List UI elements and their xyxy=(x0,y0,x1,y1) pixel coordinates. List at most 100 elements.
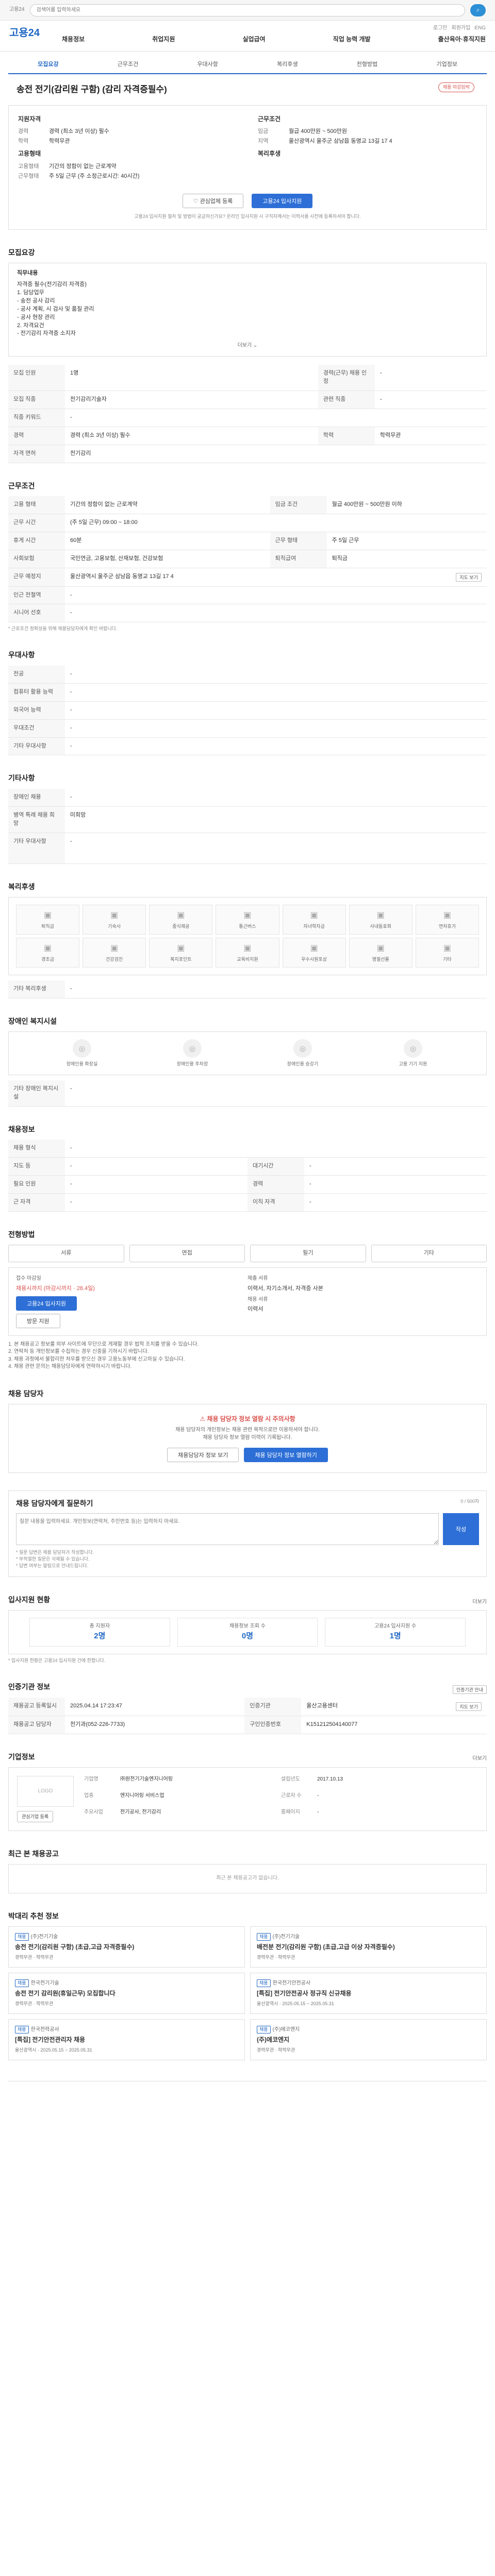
stat-item: 고용24 입사지원 수 1명 xyxy=(325,1618,466,1647)
apply-button-2[interactable]: 고용24 입사지원 xyxy=(16,1296,77,1311)
nav-item[interactable]: 직업 능력 개발 xyxy=(333,35,371,44)
header: 고용24 로그인 회원가입 ENG 채용정보 취업지원 실업급여 직업 능력 개… xyxy=(0,21,495,52)
tab-pref[interactable]: 우대사항 xyxy=(168,57,248,73)
benefit-icon: ▣ xyxy=(310,910,318,920)
company-follow-button[interactable]: 관심기업 등록 xyxy=(17,1810,54,1822)
lang-link[interactable]: ENG xyxy=(474,25,486,32)
stats-section: 입사지원 현황 더보기 총 지원자 2명 채용정보 조회 수 0명 고용24 입사지… xyxy=(8,1595,487,1664)
benefit-item: ▣ 건강검진 xyxy=(82,937,146,968)
welfare-icon: ◎ xyxy=(73,1039,91,1058)
benefit-item: ▣ 기숙사 xyxy=(82,904,146,935)
welfare-icon: ◎ xyxy=(404,1039,422,1058)
benefit-item: ▣ 경조금 xyxy=(16,937,80,968)
manager-section: 채용 담당자 ⚠ 채용 담당자 정보 열람 시 주의사항 채용 담당자의 개인정… xyxy=(8,1388,487,1473)
qna-section: 채용 담당자에게 질문하기 0 / 500자 작성 * 질문 답변은 채용 담당… xyxy=(8,1490,487,1577)
benefit-icon: ▣ xyxy=(443,910,451,920)
tab-process[interactable]: 전형방법 xyxy=(327,57,407,73)
section-tabs: 모집요강 근무조건 우대사항 복리후생 전형방법 기업정보 xyxy=(8,57,487,74)
stat-item: 총 지원자 2명 xyxy=(29,1618,170,1647)
question-input[interactable] xyxy=(16,1513,439,1545)
benefit-item: ▣ 통근버스 xyxy=(216,904,279,935)
manager-info-button[interactable]: 채용담당자 정보 보기 xyxy=(167,1448,239,1463)
welfare-section: 장애인 복지시설 ◎ 장애인용 화장실 ◎ 장애인용 주차장 ◎ 장애인용 승강기 ◎… xyxy=(8,1016,487,1107)
method-item: 서류 xyxy=(8,1245,124,1263)
method-item: 필기 xyxy=(250,1245,366,1263)
page-title: 송전 전기(감리원 구함) (감리 자격증필수) xyxy=(16,84,167,94)
site-logo[interactable]: 고용24 xyxy=(9,26,40,41)
job-description: 직무내용 자격증 필수(전기감리 자격증) 1. 담당업무 - 송전 공사 감리… xyxy=(8,262,487,357)
recent-section: 최근 본 채용공고 최근 본 채용공고가 없습니다. xyxy=(8,1849,487,1893)
manager-view-button[interactable]: 채용 담당자 정보 열람하기 xyxy=(244,1448,328,1463)
search-input[interactable] xyxy=(29,4,465,16)
tab-work[interactable]: 근무조건 xyxy=(88,57,168,73)
nav-item[interactable]: 출산육아·휴직지원 xyxy=(438,35,486,44)
benefit-icon: ▣ xyxy=(243,943,252,953)
welfare-grid: ◎ 장애인용 화장실 ◎ 장애인용 주차장 ◎ 장애인용 승강기 ◎ 고용 기기 지원 xyxy=(8,1031,487,1076)
recommend-card[interactable]: 채용 (주)전기기술 송전 전기(감리원 구함) (초급,고급 자격증필수) 경력무관… xyxy=(8,1926,245,1968)
benefit-grid: ▣ 퇴직금 ▣ 기숙사 ▣ 중식제공 ▣ 통근버스 ▣ 자녀학자금 ▣ 사내동호회 ▣ 연차휴… xyxy=(8,896,487,975)
nav-item[interactable]: 채용정보 xyxy=(62,35,85,44)
nav-item[interactable]: 실업급여 xyxy=(242,35,265,44)
benefit-item: ▣ 명절선물 xyxy=(349,937,412,968)
tab-recruit[interactable]: 모집요강 xyxy=(8,57,88,73)
tab-benefit[interactable]: 복리후생 xyxy=(248,57,327,73)
more-button[interactable]: 더보기 ⌄ xyxy=(17,342,478,350)
recommend-grid: 채용 (주)전기기술 송전 전기(감리원 구함) (초급,고급 자격증필수) 경력무관… xyxy=(8,1926,487,2060)
benefit-item: ▣ 교육비지원 xyxy=(216,937,279,968)
benefit-item: ▣ 우수사원포상 xyxy=(282,937,346,968)
benefit-icon: ▣ xyxy=(110,943,119,953)
benefit-icon: ▣ xyxy=(44,943,52,953)
summary-recruit: 지원자격 경력 경력 (최소 3년 이상) 필수 학력 학력무관 xyxy=(18,115,109,145)
interest-button[interactable]: ♡ 관심업체 등록 xyxy=(182,193,244,208)
benefit-item: ▣ 사내동호회 xyxy=(349,904,412,935)
etc-table: 장애인 채용 - 병역 특례 채용 희망 미희망 기타 우대사항 - xyxy=(8,788,487,864)
institution-button[interactable]: 인증기관 안내 xyxy=(452,1685,487,1694)
benefit-item: ▣ 자녀학자금 xyxy=(282,904,346,935)
visit-apply-button[interactable]: 방문 지원 xyxy=(16,1313,60,1328)
recommend-card[interactable]: 채용 (주)전기기술 배전분 전기(감리원 구함) (초급,고급 이상 자격증필수)… xyxy=(250,1926,487,1968)
topbar-label: 고용24 xyxy=(9,7,25,13)
nav-item[interactable]: 취업지원 xyxy=(152,35,175,44)
heart-icon: ♡ xyxy=(193,198,200,205)
summary-form: 고용형태 고용형태 기간의 정함이 없는 근로계약 근무형태 주 5일 근무 (주 … xyxy=(18,150,140,179)
benefit-icon: ▣ xyxy=(177,910,185,920)
recommend-section: 박대리 추천 정보 채용 (주)전기기술 송전 전기(감리원 구함) (초급,고급 … xyxy=(8,1911,487,2060)
benefit-item: ▣ 연차휴가 xyxy=(415,904,479,935)
search-button[interactable]: ⌕ xyxy=(470,4,486,16)
welfare-icon: ◎ xyxy=(293,1039,312,1058)
status-badge: 채용 마감임박 xyxy=(438,82,474,93)
signup-link[interactable]: 회원가입 xyxy=(452,25,471,32)
recommend-card[interactable]: 채용 한국전력공사 [특집] 전기안전관리자 채용 울산광역시 · 2025.05.1… xyxy=(8,2019,245,2060)
tab-company[interactable]: 기업정보 xyxy=(407,57,487,73)
map-button[interactable]: 지도 보기 xyxy=(456,572,482,582)
welfare-item: ◎ 장애인용 화장실 xyxy=(29,1039,135,1067)
company-more-link[interactable]: 더보기 xyxy=(472,1755,487,1763)
stat-item: 채용정보 조회 수 0명 xyxy=(177,1618,318,1647)
main-nav: 채용정보 취업지원 실업급여 직업 능력 개발 출산육아·휴직지원 xyxy=(62,35,486,44)
question-submit-button[interactable]: 작성 xyxy=(443,1513,479,1545)
institution-map-button[interactable]: 지도 보기 xyxy=(456,1702,482,1711)
recommend-card[interactable]: 채용 한국전기기술 송전 전기 감리원(휴일근무) 모집합니다 경력무관 · 학력무관 xyxy=(8,1972,245,2014)
stats-row: 총 지원자 2명 채용정보 조회 수 0명 고용24 입사지원 수 1명 xyxy=(8,1610,487,1655)
welfare-icon: ◎ xyxy=(183,1039,202,1058)
labor-table: 채용 형식 - 지도 등 - 대기시간 - 필요 인원 - 경력 - 근 자격 - 이직 자격 - xyxy=(8,1140,487,1212)
benefit-icon: ▣ xyxy=(376,910,385,920)
info-section: 인증기관 정보 인증기관 안내 채용공고 등록일시 2025.04.14 17:2… xyxy=(8,1682,487,1734)
benefit-item: ▣ 중식제공 xyxy=(149,904,213,935)
footer xyxy=(8,2080,487,2102)
benefit-section: 복리후생 ▣ 퇴직금 ▣ 기숙사 ▣ 중식제공 ▣ 통근버스 ▣ 자녀학자금 ▣ 사내동호회… xyxy=(8,882,487,998)
work-section: 근무조건 고용 형태 기간의 정함이 없는 근로계약 임금 조건 월급 400만원 ~… xyxy=(8,481,487,633)
work-table: 고용 형태 기간의 정함이 없는 근로계약 임금 조건 월급 400만원 ~ 500만… xyxy=(8,496,487,623)
method-item: 기타 xyxy=(371,1245,487,1263)
top-bar: 고용24 ⌕ xyxy=(0,0,495,21)
recruit-table: 모집 인원 1명 경력(근무) 채용 인정 - 모집 직종 전기감리기술자 관련 직종 - … xyxy=(8,364,487,463)
benefit-item: ▣ 퇴직금 xyxy=(16,904,80,935)
stats-more-link[interactable]: 더보기 xyxy=(472,1599,487,1606)
recommend-card[interactable]: 채용 한국전기안전공사 [특집] 전기안전공사 정규직 신규채용 울산광역시 · 20… xyxy=(250,1972,487,2014)
recommend-card[interactable]: 채용 (주)에코엔지 (주)에코엔지 경력무관 · 학력무관 xyxy=(250,2019,487,2060)
welfare-item: ◎ 장애인용 주차장 xyxy=(140,1039,245,1067)
apply-button[interactable]: 고용24 입사지원 xyxy=(252,193,313,208)
benefit-icon: ▣ xyxy=(376,943,385,953)
login-link[interactable]: 로그인 xyxy=(433,25,448,32)
company-info: 기업명 ㈜원전기기술엔지니어링 설립년도 2017.10.13 업종 엔지니어링 서비스… xyxy=(84,1776,343,1815)
